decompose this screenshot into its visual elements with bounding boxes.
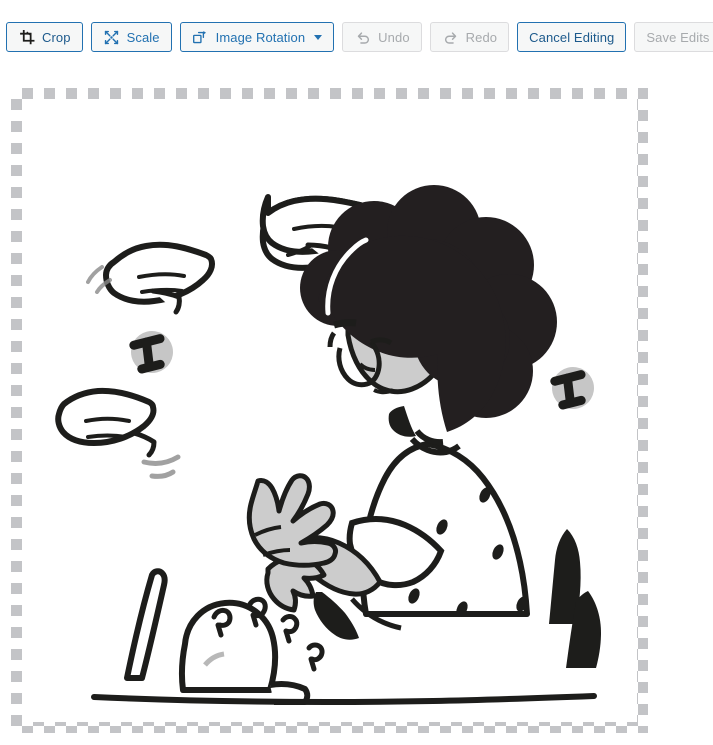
redo-arrow-icon — [442, 28, 460, 46]
save-actions-group: Cancel Editing Save Edits — [517, 22, 713, 52]
image-rotation-button-label: Image Rotation — [215, 29, 306, 45]
cancel-editing-button[interactable]: Cancel Editing — [517, 22, 627, 52]
edit-tools-group: Crop Scale Image Rotation — [6, 22, 342, 52]
save-edits-button[interactable]: Save Edits — [634, 22, 713, 52]
crop-button-label: Crop — [42, 29, 71, 45]
redo-button[interactable]: Redo — [429, 22, 510, 52]
undo-button[interactable]: Undo — [342, 22, 422, 52]
cancel-editing-button-label: Cancel Editing — [529, 29, 615, 45]
scale-button-label: Scale — [126, 29, 160, 45]
history-group: Undo Redo — [342, 22, 517, 52]
save-edits-button-label: Save Edits — [646, 29, 710, 45]
image-rotation-button[interactable]: Image Rotation — [179, 22, 335, 52]
image-canvas-transparency-backdrop[interactable] — [11, 88, 648, 733]
scale-icon — [103, 28, 121, 46]
crop-button[interactable]: Crop — [6, 22, 83, 52]
scale-button[interactable]: Scale — [90, 22, 172, 52]
redo-button-label: Redo — [465, 29, 498, 45]
undo-button-label: Undo — [378, 29, 410, 45]
edited-image-plate[interactable] — [22, 99, 637, 722]
chevron-down-icon — [314, 34, 323, 40]
image-rotation-icon — [192, 28, 210, 46]
image-editor-toolbar: Crop Scale Image Rotation Undo Redo Canc… — [0, 0, 713, 74]
undo-arrow-icon — [354, 28, 372, 46]
crop-icon — [18, 28, 36, 46]
illustration-person-typing-on-laptop — [22, 99, 637, 722]
